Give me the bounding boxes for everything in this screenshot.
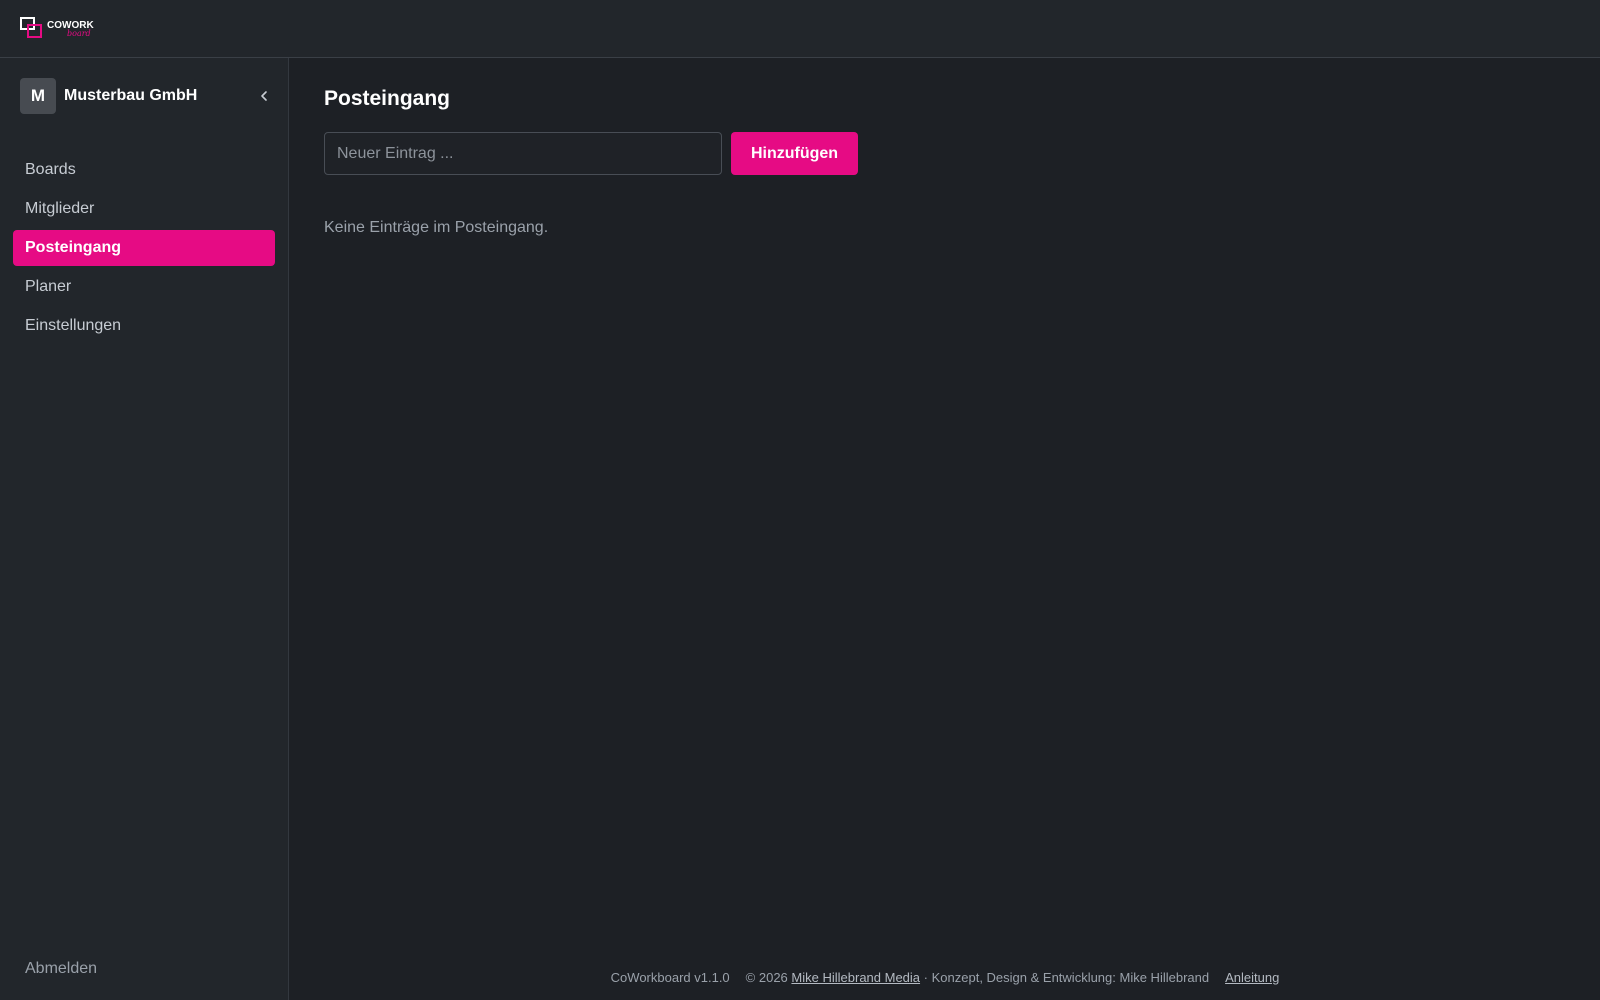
main-content: Posteingang Hinzufügen Keine Einträge im… xyxy=(290,58,1600,1000)
collapse-sidebar-button[interactable] xyxy=(252,78,276,114)
sidebar-item-boards[interactable]: Boards xyxy=(13,152,275,188)
page-title: Posteingang xyxy=(324,87,451,110)
sidebar-item-planer[interactable]: Planer xyxy=(13,269,275,305)
org-header: M Musterbau GmbH xyxy=(20,78,276,114)
empty-state-message: Keine Einträge im Posteingang. xyxy=(324,219,549,236)
footer-guide-link[interactable]: Anleitung xyxy=(1225,970,1279,985)
footer-version: CoWorkboard v1.1.0 xyxy=(610,970,730,985)
footer-credits: · Konzept, Design & Entwicklung: Mike Hi… xyxy=(923,970,1210,985)
sidebar-item-posteingang[interactable]: Posteingang xyxy=(13,230,275,266)
footer-copyright: © 2026 xyxy=(745,970,788,985)
new-entry-input[interactable] xyxy=(324,132,722,175)
footer-company-link[interactable]: Mike Hillebrand Media xyxy=(791,970,920,985)
top-bar: COWORK board xyxy=(0,0,1600,58)
footer: CoWorkboard v1.1.0 © 2026 Mike Hillebrand… xyxy=(290,968,1600,988)
logo-mark-icon: COWORK board xyxy=(20,17,94,38)
org-avatar: M xyxy=(20,78,56,114)
logo-text-accent: board xyxy=(67,29,91,38)
sidebar-item-einstellungen[interactable]: Einstellungen xyxy=(13,308,275,344)
app-logo[interactable]: COWORK board xyxy=(20,17,94,41)
sidebar: M Musterbau GmbH Boards Mitglieder Poste… xyxy=(0,58,289,1000)
sidebar-item-mitglieder[interactable]: Mitglieder xyxy=(13,191,275,227)
org-name: Musterbau GmbH xyxy=(64,87,198,104)
sidebar-nav: Boards Mitglieder Posteingang Planer Ein… xyxy=(13,152,275,347)
logout-link[interactable]: Abmelden xyxy=(25,958,97,980)
chevron-left-icon xyxy=(261,91,267,101)
add-entry-button[interactable]: Hinzufügen xyxy=(731,132,858,175)
